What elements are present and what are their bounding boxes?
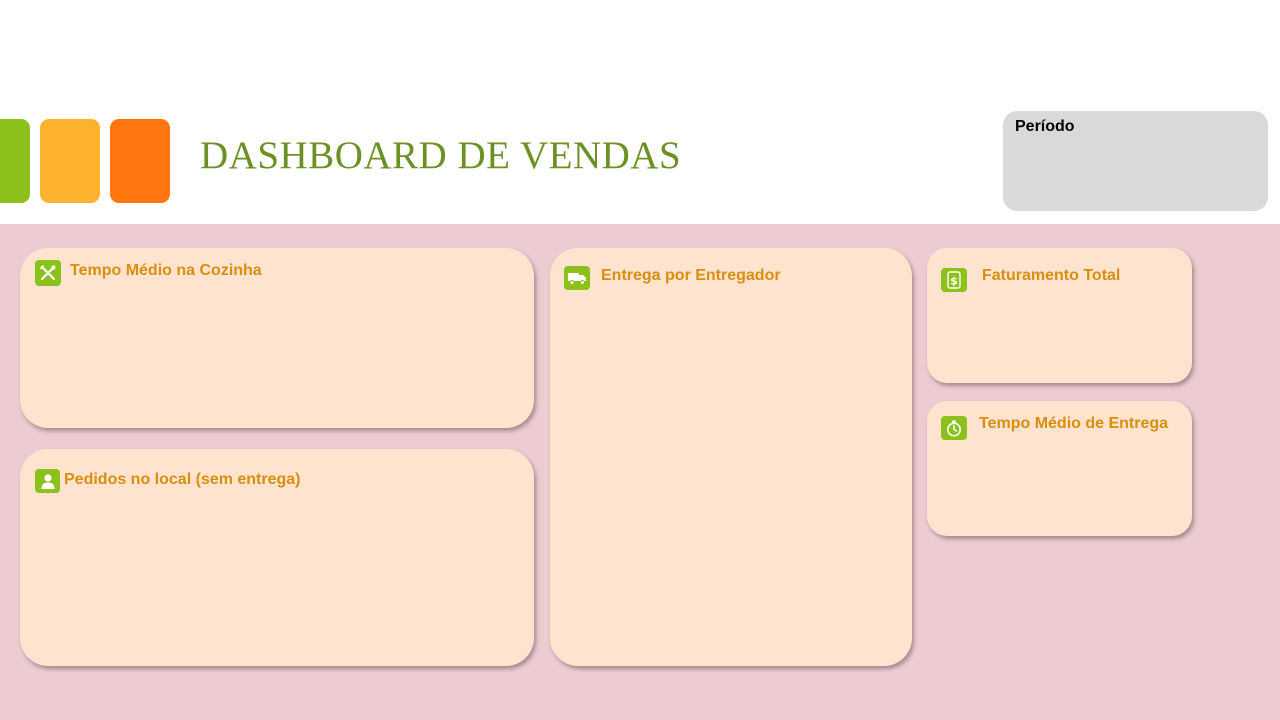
green-swatch [0,119,30,203]
header: DASHBOARD DE VENDAS Período [0,0,1280,224]
person-icon [35,469,60,493]
period-label: Período [1015,118,1075,135]
utensils-icon [35,260,61,286]
truck-icon [564,266,590,290]
local-orders-title: Pedidos no local (sem entrega) [64,471,301,488]
yellow-swatch [40,119,100,203]
stopwatch-icon [941,416,967,440]
kitchen-time-title: Tempo Médio na Cozinha [70,262,262,279]
kitchen-time-card: Tempo Médio na Cozinha [20,248,534,428]
delivery-time-card: Tempo Médio de Entrega [927,401,1192,536]
total-revenue-title: Faturamento Total [982,267,1121,284]
delivery-by-courier-card: Entrega por Entregador [550,248,912,666]
delivery-by-courier-title: Entrega por Entregador [601,267,781,284]
orange-swatch [110,119,170,203]
total-revenue-card: $ Faturamento Total [927,248,1192,383]
period-filter[interactable]: Período [1003,111,1268,211]
local-orders-card: Pedidos no local (sem entrega) [20,449,534,666]
dashboard-area: Tempo Médio na Cozinha Pedidos no local … [0,224,1280,720]
page-title: DASHBOARD DE VENDAS [200,134,682,177]
delivery-time-title: Tempo Médio de Entrega [979,415,1169,432]
dollar-icon: $ [941,268,967,292]
svg-text:$: $ [950,275,958,288]
